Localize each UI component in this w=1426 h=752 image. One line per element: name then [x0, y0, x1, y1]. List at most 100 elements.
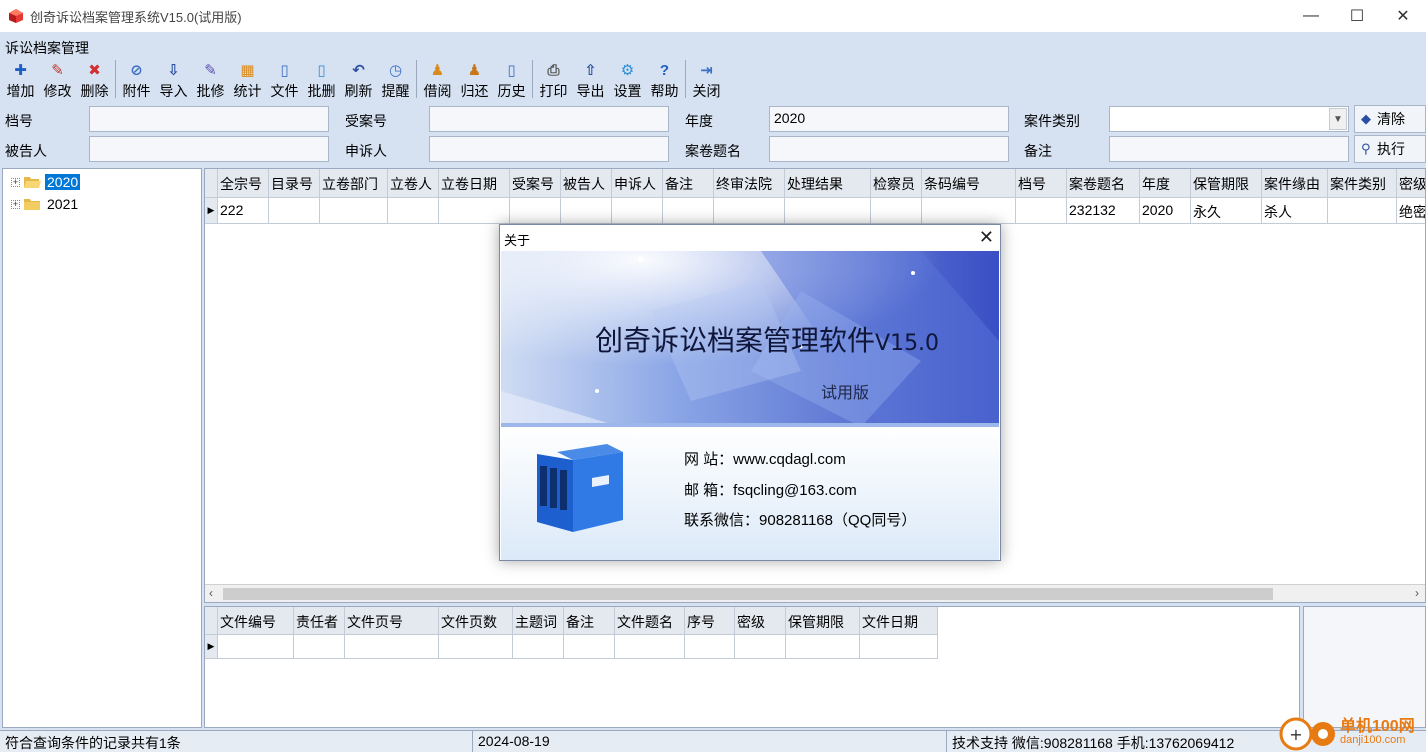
- table-cell[interactable]: [439, 198, 510, 224]
- toolbar-button-return[interactable]: ♟ 归还: [456, 60, 493, 101]
- toolbar-button-batch-edit[interactable]: ✎ 批修: [192, 60, 229, 101]
- toolbar-button-edit[interactable]: ✎ 修改: [39, 60, 76, 101]
- column-header[interactable]: 处理结果: [785, 169, 871, 198]
- toolbar-button-import[interactable]: ⇩ 导入: [155, 60, 192, 101]
- toolbar-button-statistics[interactable]: ▦ 统计: [229, 60, 266, 101]
- table-cell[interactable]: 232132: [1067, 198, 1140, 224]
- column-header[interactable]: 立卷人: [388, 169, 439, 198]
- table-cell[interactable]: [871, 198, 922, 224]
- execute-button[interactable]: ⚲ 执行: [1354, 135, 1426, 163]
- column-header[interactable]: 案件类别: [1328, 169, 1397, 198]
- clear-button[interactable]: ◆ 清除: [1354, 105, 1426, 133]
- expand-icon[interactable]: +: [11, 177, 20, 187]
- toolbar-button-delete[interactable]: ✖ 删除: [76, 60, 113, 101]
- table-cell[interactable]: 永久: [1191, 198, 1262, 224]
- table-cell[interactable]: [513, 635, 564, 659]
- table-cell[interactable]: 杀人: [1262, 198, 1328, 224]
- toolbar-button-file[interactable]: ▯ 文件: [266, 60, 303, 101]
- column-header[interactable]: 年度: [1140, 169, 1191, 198]
- toolbar-button-help[interactable]: ? 帮助: [646, 60, 683, 101]
- column-header[interactable]: 受案号: [510, 169, 561, 198]
- expand-icon[interactable]: +: [11, 199, 20, 209]
- toolbar-button-borrow[interactable]: ♟ 借阅: [419, 60, 456, 101]
- toolbar-button-add[interactable]: ✚ 增加: [2, 60, 39, 101]
- table-cell[interactable]: [388, 198, 439, 224]
- column-header[interactable]: 档号: [1016, 169, 1067, 198]
- close-window-button[interactable]: ✕: [1380, 0, 1426, 32]
- column-header[interactable]: 目录号: [269, 169, 320, 198]
- case-no-input[interactable]: [429, 106, 669, 132]
- table-cell[interactable]: [1328, 198, 1397, 224]
- toolbar-button-print[interactable]: ⎙ 打印: [535, 60, 572, 101]
- table-cell[interactable]: [510, 198, 561, 224]
- column-header[interactable]: 文件题名: [615, 607, 685, 635]
- table-cell[interactable]: [269, 198, 320, 224]
- column-header[interactable]: 备注: [663, 169, 714, 198]
- year-input[interactable]: 2020: [769, 106, 1009, 132]
- minimize-button[interactable]: —: [1288, 0, 1334, 32]
- column-header[interactable]: 保管期限: [786, 607, 860, 635]
- column-header[interactable]: 责任者: [294, 607, 345, 635]
- column-header[interactable]: 主题词: [513, 607, 564, 635]
- website-link[interactable]: www.cqdagl.com: [733, 451, 846, 468]
- maximize-button[interactable]: ☐: [1334, 0, 1380, 32]
- toolbar-button-attachment[interactable]: ⊘ 附件: [118, 60, 155, 101]
- column-header[interactable]: 保管期限: [1191, 169, 1262, 198]
- column-header[interactable]: 文件页号: [345, 607, 439, 635]
- column-header[interactable]: 密级: [735, 607, 786, 635]
- column-header[interactable]: 全宗号: [218, 169, 269, 198]
- table-cell[interactable]: [685, 635, 735, 659]
- column-header[interactable]: 被告人: [561, 169, 612, 198]
- column-header[interactable]: 申诉人: [612, 169, 663, 198]
- table-cell[interactable]: [663, 198, 714, 224]
- table-cell[interactable]: 绝密: [1397, 198, 1425, 224]
- defendant-input[interactable]: [89, 136, 329, 162]
- table-cell[interactable]: [785, 198, 871, 224]
- column-header[interactable]: 终审法院: [714, 169, 785, 198]
- table-row[interactable]: ▶: [205, 635, 938, 659]
- column-header[interactable]: 文件日期: [860, 607, 938, 635]
- column-header[interactable]: 立卷部门: [320, 169, 388, 198]
- table-cell[interactable]: [345, 635, 439, 659]
- table-cell[interactable]: [320, 198, 388, 224]
- archive-no-input[interactable]: [89, 106, 329, 132]
- table-cell[interactable]: [612, 198, 663, 224]
- table-cell[interactable]: [1016, 198, 1067, 224]
- scrollbar-thumb[interactable]: [223, 588, 1273, 600]
- table-cell[interactable]: [860, 635, 938, 659]
- tree-item-2020[interactable]: + 2020: [11, 172, 81, 192]
- table-cell[interactable]: 2020: [1140, 198, 1191, 224]
- column-header[interactable]: 文件页数: [439, 607, 513, 635]
- table-cell[interactable]: [735, 635, 786, 659]
- horizontal-scrollbar[interactable]: ‹ ›: [205, 584, 1425, 602]
- table-cell[interactable]: [922, 198, 1016, 224]
- case-type-select[interactable]: ▼: [1109, 106, 1349, 132]
- table-cell[interactable]: [294, 635, 345, 659]
- column-header[interactable]: 文件编号: [218, 607, 294, 635]
- table-cell[interactable]: [615, 635, 685, 659]
- toolbar-button-history[interactable]: ▯ 历史: [493, 60, 530, 101]
- appellant-input[interactable]: [429, 136, 669, 162]
- table-cell[interactable]: [439, 635, 513, 659]
- table-cell[interactable]: [786, 635, 860, 659]
- column-header[interactable]: 备注: [564, 607, 615, 635]
- column-header[interactable]: 检察员: [871, 169, 922, 198]
- column-header[interactable]: 案卷题名: [1067, 169, 1140, 198]
- case-title-input[interactable]: [769, 136, 1009, 162]
- tree-item-2021[interactable]: + 2021: [11, 194, 80, 214]
- table-cell[interactable]: 222: [218, 198, 269, 224]
- column-header[interactable]: 立卷日期: [439, 169, 510, 198]
- column-header[interactable]: 条码编号: [922, 169, 1016, 198]
- toolbar-button-export[interactable]: ⇧ 导出: [572, 60, 609, 101]
- table-row[interactable]: ▶ 222 232132 2020 永久 杀人 绝密: [205, 198, 1425, 224]
- scroll-left-icon[interactable]: ‹: [209, 586, 213, 600]
- remark-input[interactable]: [1109, 136, 1349, 162]
- toolbar-button-settings[interactable]: ⚙ 设置: [609, 60, 646, 101]
- dialog-close-icon[interactable]: ✕: [979, 227, 994, 248]
- table-cell[interactable]: [564, 635, 615, 659]
- table-cell[interactable]: [714, 198, 785, 224]
- toolbar-button-batch-delete[interactable]: ▯ 批删: [303, 60, 340, 101]
- column-header[interactable]: 密级: [1397, 169, 1425, 198]
- toolbar-button-reminder[interactable]: ◷ 提醒: [377, 60, 414, 101]
- column-header[interactable]: 序号: [685, 607, 735, 635]
